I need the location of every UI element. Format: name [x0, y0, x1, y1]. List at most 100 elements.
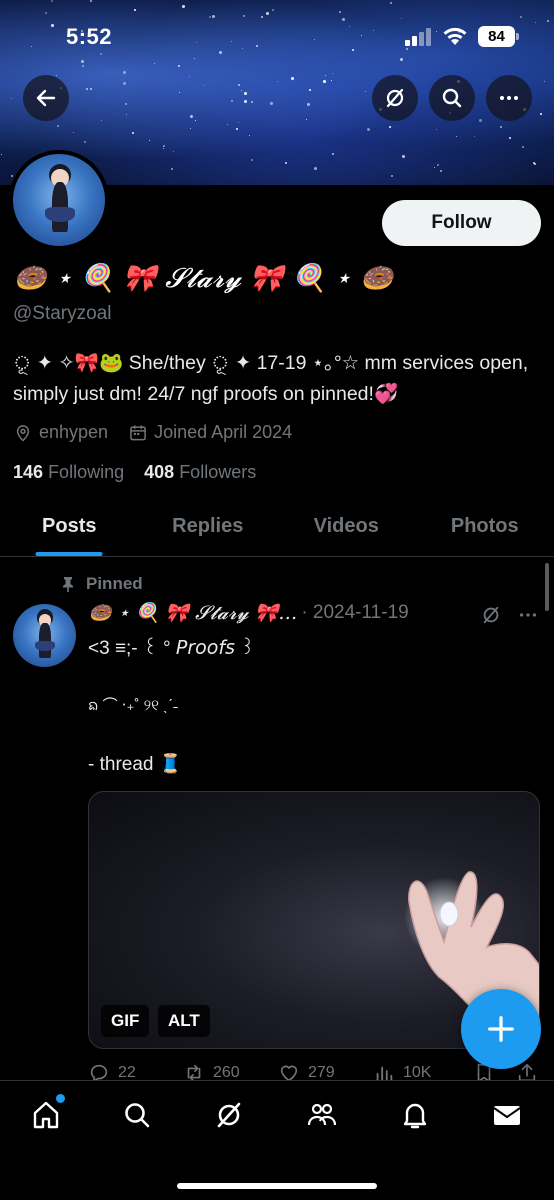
nav-search[interactable] — [119, 1097, 155, 1133]
banner-star — [56, 75, 57, 76]
banner-star — [123, 71, 126, 74]
following-link[interactable]: 146 Following — [13, 462, 124, 482]
back-button[interactable] — [23, 75, 69, 121]
banner-star — [154, 63, 155, 64]
banner-star — [291, 77, 294, 80]
banner-star — [339, 11, 341, 13]
banner-star — [189, 76, 190, 77]
profile-avatar[interactable] — [9, 150, 109, 250]
join-date: Joined April 2024 — [128, 422, 292, 443]
profile-bio: ূ ✦ ✧🎀🐸 She/they ূ ✦ 17-19 ⋆｡°☆ mm servi… — [13, 352, 529, 405]
banner-star — [195, 120, 196, 121]
banner-star — [251, 101, 253, 103]
wifi-icon — [443, 27, 467, 45]
grok-icon — [386, 88, 404, 108]
banner-star — [203, 85, 204, 86]
banner-star — [261, 16, 263, 18]
banner-star — [190, 128, 191, 129]
banner-star — [182, 5, 185, 8]
follow-counts: 146 Following 408 Followers — [13, 462, 256, 483]
banner-star — [171, 168, 173, 170]
post-header: 🍩 ⋆ 🍭 🎀 𝓢𝓽𝓪𝓻𝔂 🎀… · 2024-11-19 — [88, 601, 409, 625]
banner-star — [323, 80, 326, 83]
banner-star — [73, 132, 74, 133]
banner-star — [163, 148, 164, 149]
followers-count: 408 — [144, 462, 175, 482]
banner-star — [251, 159, 253, 161]
tab-posts[interactable]: Posts — [0, 502, 139, 556]
banner-star — [479, 119, 482, 122]
banner-star — [434, 167, 435, 168]
status-time: 5:52 — [66, 24, 113, 49]
search-button[interactable] — [429, 75, 475, 121]
tab-photos[interactable]: Photos — [416, 502, 554, 556]
nav-notifications[interactable] — [397, 1097, 433, 1133]
banner-star — [436, 129, 437, 130]
banner-star — [90, 0, 92, 2]
banner-star — [84, 141, 86, 143]
banner-star — [270, 102, 273, 105]
banner-star — [367, 128, 370, 131]
banner-star — [238, 84, 240, 86]
banner-star — [331, 80, 332, 81]
post-date[interactable]: · 2024-11-19 — [301, 602, 408, 624]
banner-star — [540, 113, 542, 115]
grok-icon[interactable] — [480, 604, 502, 626]
banner-star — [400, 58, 403, 61]
nav-grok[interactable] — [211, 1097, 247, 1133]
banner-star — [244, 92, 247, 95]
banner-star — [11, 98, 12, 99]
banner-star — [509, 137, 511, 139]
battery-indicator: 84 — [478, 26, 519, 47]
banner-star — [81, 60, 84, 63]
banner-star — [11, 175, 13, 177]
banner-star — [149, 140, 150, 141]
banner-star — [86, 88, 88, 90]
banner-star — [179, 92, 180, 93]
compose-post-button[interactable] — [461, 989, 541, 1069]
banner-star — [125, 103, 127, 105]
banner-star — [277, 81, 278, 82]
banner-star — [173, 151, 174, 152]
banner-star — [314, 167, 317, 170]
more-icon — [500, 96, 518, 100]
banner-star — [163, 145, 165, 147]
banner-star — [190, 115, 193, 118]
post-author-name[interactable]: 🍩 ⋆ 🍭 🎀 𝓢𝓽𝓪𝓻𝔂 🎀… — [88, 601, 297, 624]
nav-communities[interactable] — [304, 1097, 340, 1133]
bell-icon — [403, 1103, 427, 1129]
tab-replies[interactable]: Replies — [139, 502, 278, 556]
banner-star — [227, 124, 228, 125]
banner-star — [332, 73, 333, 74]
following-label: Following — [48, 462, 125, 482]
banner-star — [209, 16, 211, 18]
grok-button[interactable] — [372, 75, 418, 121]
bottom-navigation — [0, 1080, 554, 1200]
banner-star — [401, 18, 402, 19]
banner-star — [238, 122, 239, 123]
gif-badge: GIF — [101, 1005, 150, 1037]
banner-star — [391, 175, 393, 177]
nav-messages[interactable] — [489, 1097, 525, 1133]
follow-button[interactable]: Follow — [382, 200, 541, 246]
post-author-avatar[interactable] — [13, 604, 76, 667]
banner-star — [437, 164, 439, 166]
post-more-icon[interactable] — [517, 604, 539, 626]
banner-star — [544, 81, 545, 82]
followers-link[interactable]: 408 Followers — [144, 462, 256, 482]
location: enhypen — [13, 422, 108, 443]
status-bar: 5:52 84 — [0, 20, 554, 56]
tab-videos[interactable]: Videos — [277, 502, 416, 556]
scrollbar[interactable] — [545, 563, 549, 611]
home-icon — [33, 1101, 59, 1129]
post-text-line: - thread 🧵 — [88, 754, 183, 775]
display-name: 🍩 ⋆ 🍭 🎀 𝓢𝓽𝓪𝓻𝔂 🎀 🍭 ⋆ 🍩 — [13, 263, 394, 294]
location-pin-icon — [16, 424, 30, 442]
banner-star — [194, 58, 195, 59]
alt-badge[interactable]: ALT — [158, 1005, 210, 1037]
banner-star — [522, 146, 524, 148]
banner-star — [266, 12, 269, 15]
banner-star — [534, 163, 536, 165]
more-button[interactable] — [486, 75, 532, 121]
nav-home[interactable] — [28, 1094, 65, 1133]
